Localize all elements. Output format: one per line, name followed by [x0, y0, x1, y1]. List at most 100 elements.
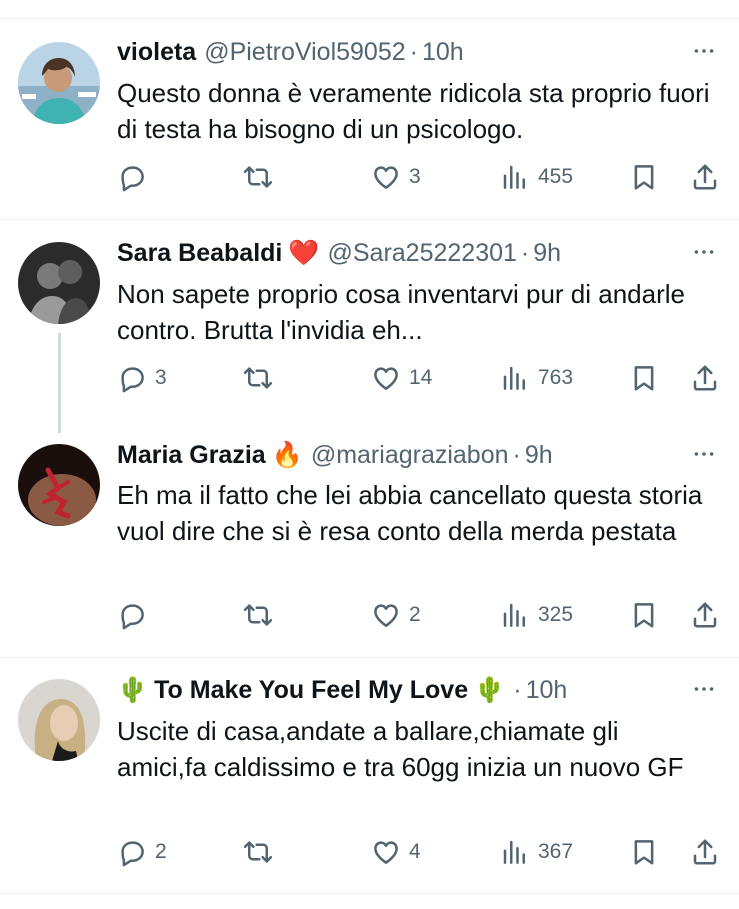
display-name[interactable]: 🌵 To Make You Feel My Love 🌵 — [117, 676, 505, 705]
tweet-text: Non sapete proprio cosa inventarvi pur d… — [117, 279, 686, 345]
action-bar: 3 455 — [117, 159, 727, 195]
views-button[interactable]: 763 — [500, 360, 573, 396]
user-handle[interactable]: @Sara25222301 — [328, 239, 517, 268]
retweet-icon — [243, 837, 273, 867]
retweet-button[interactable] — [243, 360, 281, 396]
views-count: 367 — [538, 840, 574, 863]
timestamp[interactable]: 9h — [525, 441, 553, 470]
views-icon — [500, 600, 530, 630]
views-button[interactable]: 367 — [500, 834, 573, 870]
more-icon[interactable] — [689, 674, 719, 704]
more-icon[interactable] — [689, 36, 719, 66]
share-button[interactable] — [690, 597, 720, 633]
tweet-header: Sara Beabaldi ❤️ @Sara25222301 · 9h — [117, 235, 719, 271]
like-count: 2 — [409, 603, 421, 626]
display-name[interactable]: Maria Grazia 🔥 — [117, 441, 303, 470]
like-count: 14 — [409, 366, 433, 389]
like-count: 4 — [409, 840, 421, 863]
reply-button[interactable]: 3 — [117, 360, 167, 396]
like-icon — [371, 837, 401, 867]
views-count: 763 — [538, 366, 574, 389]
tweet-header: violeta @PietroViol59052 · 10h — [117, 34, 719, 70]
separator-dot: · — [409, 37, 418, 66]
action-bar: 2 325 — [117, 597, 727, 633]
retweet-icon — [243, 363, 273, 393]
share-button[interactable] — [690, 360, 720, 396]
bookmark-icon — [629, 363, 659, 393]
like-icon — [371, 363, 401, 393]
separator-dot: · — [513, 675, 522, 704]
user-handle[interactable]: @PietroViol59052 — [204, 38, 405, 67]
avatar[interactable] — [18, 679, 100, 761]
tweet-divider — [0, 219, 739, 220]
reply-icon — [117, 162, 147, 192]
bookmark-button[interactable] — [629, 360, 659, 396]
display-name[interactable]: violeta — [117, 38, 196, 67]
share-icon — [690, 837, 720, 867]
share-button[interactable] — [690, 159, 720, 195]
views-icon — [500, 837, 530, 867]
tweet-text: Uscite di casa,andate a ballare,chiamate… — [117, 716, 684, 782]
separator-dot: · — [512, 440, 521, 469]
user-handle[interactable]: @mariagraziabon — [311, 441, 509, 470]
like-button[interactable]: 4 — [371, 834, 421, 870]
avatar[interactable] — [18, 444, 100, 526]
views-icon — [500, 162, 530, 192]
bookmark-icon — [629, 162, 659, 192]
reply-icon — [117, 600, 147, 630]
reply-button[interactable] — [117, 159, 155, 195]
separator-dot: · — [520, 238, 530, 267]
retweet-button[interactable] — [243, 834, 281, 870]
like-button[interactable]: 3 — [371, 159, 421, 195]
like-button[interactable]: 2 — [371, 597, 421, 633]
tweet-divider — [0, 657, 739, 658]
reply-icon — [117, 837, 147, 867]
thread-line — [58, 333, 61, 433]
more-icon[interactable] — [689, 439, 719, 469]
retweet-icon — [243, 162, 273, 192]
cactus-emoji: 🌵 — [474, 675, 506, 704]
avatar[interactable] — [18, 42, 100, 124]
bookmark-button[interactable] — [629, 597, 659, 633]
retweet-button[interactable] — [243, 159, 281, 195]
top-divider — [0, 18, 739, 19]
bookmark-button[interactable] — [629, 159, 659, 195]
reply-icon — [117, 363, 147, 393]
timestamp[interactable]: 10h — [422, 38, 464, 67]
tweet-text: Eh ma il fatto che lei abbia cancellato … — [117, 480, 703, 546]
timestamp[interactable]: 9h — [533, 239, 561, 268]
action-bar: 3 14 763 — [117, 360, 727, 396]
share-icon — [690, 363, 720, 393]
reply-button[interactable]: 2 — [117, 834, 167, 870]
reply-count: 2 — [155, 840, 167, 863]
views-button[interactable]: 455 — [500, 159, 573, 195]
share-button[interactable] — [690, 834, 720, 870]
views-count: 455 — [538, 165, 574, 188]
like-icon — [371, 162, 401, 192]
retweet-button[interactable] — [243, 597, 281, 633]
cactus-emoji: 🌵 — [117, 675, 149, 704]
views-button[interactable]: 325 — [500, 597, 573, 633]
share-icon — [690, 600, 720, 630]
reply-button[interactable] — [117, 597, 155, 633]
bottom-divider — [0, 893, 739, 894]
like-button[interactable]: 14 — [371, 360, 432, 396]
bookmark-button[interactable] — [629, 834, 659, 870]
heart-emoji: ❤️ — [288, 238, 320, 267]
action-bar: 2 4 367 — [117, 834, 727, 870]
timestamp[interactable]: 10h — [526, 676, 568, 705]
like-icon — [371, 600, 401, 630]
tweet-text: Questo donna è veramente ridicola sta pr… — [117, 78, 710, 144]
like-count: 3 — [409, 165, 421, 188]
more-icon[interactable] — [689, 237, 719, 267]
share-icon — [690, 162, 720, 192]
retweet-icon — [243, 600, 273, 630]
reply-count: 3 — [155, 366, 167, 389]
views-count: 325 — [538, 603, 574, 626]
bookmark-icon — [629, 600, 659, 630]
display-name[interactable]: Sara Beabaldi ❤️ — [117, 239, 320, 268]
tweet-header: 🌵 To Make You Feel My Love 🌵 · 10h — [117, 672, 719, 708]
bookmark-icon — [629, 837, 659, 867]
fire-emoji: 🔥 — [271, 440, 303, 469]
avatar[interactable] — [18, 242, 100, 324]
